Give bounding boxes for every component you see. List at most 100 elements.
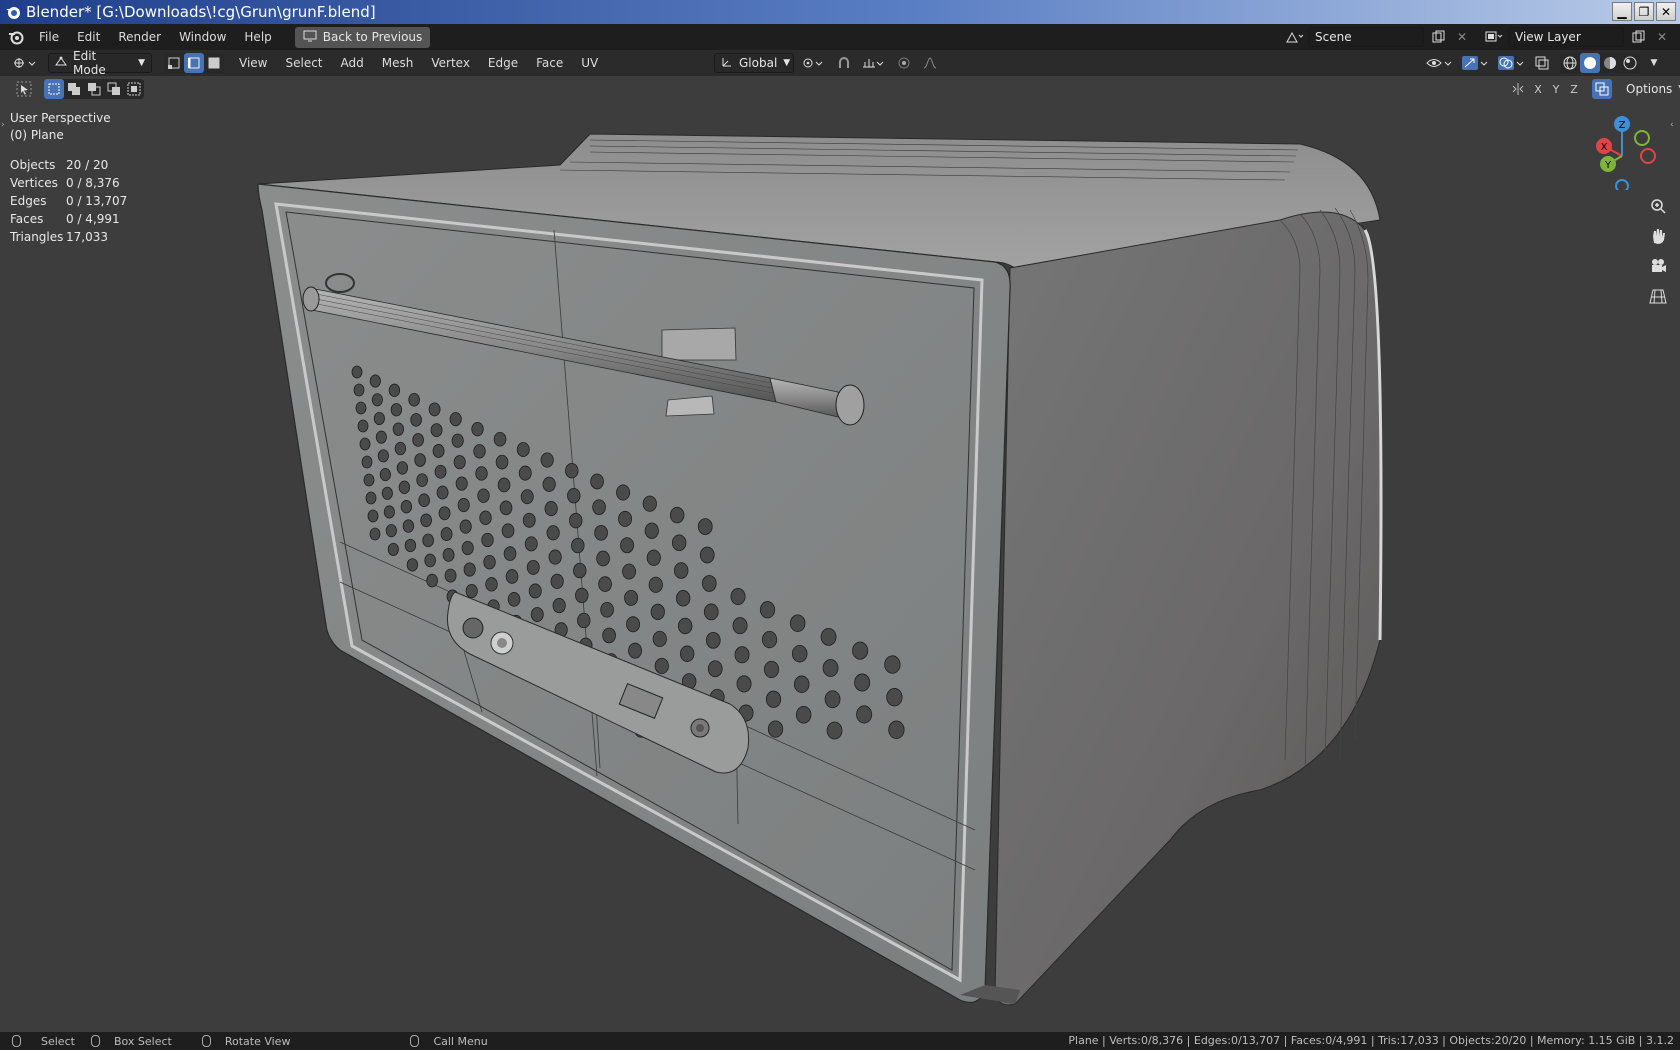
speaker-hole: [648, 576, 663, 593]
speaker-hole: [404, 538, 417, 553]
speaker-hole: [394, 441, 407, 456]
snap-toggle-icon[interactable]: [834, 53, 854, 73]
top-menubar: File Edit Render Window Help Back to Pre…: [0, 24, 1680, 50]
material-shading-icon[interactable]: [1600, 53, 1620, 73]
speaker-hole: [697, 518, 713, 535]
header-menu-mesh[interactable]: Mesh: [373, 50, 423, 76]
status-rotate-hint: Rotate View: [201, 1035, 290, 1048]
speaker-hole: [379, 468, 391, 482]
mode-dropdown[interactable]: Edit Mode ▼: [48, 49, 152, 77]
mirror-axis-icon[interactable]: [1508, 79, 1528, 99]
mirror-x-toggle[interactable]: X: [1530, 79, 1546, 99]
extend-selection-icon[interactable]: [64, 79, 84, 99]
speaker-hole: [479, 510, 492, 526]
speaker-hole: [730, 588, 746, 606]
proportional-editing-icon[interactable]: [894, 53, 914, 73]
header-menu-face[interactable]: Face: [527, 50, 572, 76]
delete-scene-icon[interactable]: ✕: [1452, 27, 1472, 47]
menu-edit[interactable]: Edit: [68, 24, 109, 50]
header-menu-vertex[interactable]: Vertex: [422, 50, 479, 76]
speaker-hole: [353, 383, 365, 397]
speaker-hole: [628, 642, 643, 659]
transform-orientation-dropdown[interactable]: Global ▼: [714, 53, 794, 73]
speaker-hole: [646, 549, 661, 566]
new-selection-icon[interactable]: [44, 79, 64, 99]
menu-window[interactable]: Window: [170, 24, 235, 50]
intersect-selection-icon[interactable]: [124, 79, 144, 99]
minimize-button[interactable]: ▁: [1612, 2, 1632, 21]
header-menu-select[interactable]: Select: [276, 50, 331, 76]
xray-toggle-icon[interactable]: [1532, 53, 1552, 73]
speaker-hole: [385, 524, 397, 538]
falloff-curve-icon[interactable]: [920, 53, 940, 73]
pivot-point-icon[interactable]: [800, 53, 828, 73]
rendered-shading-icon[interactable]: [1620, 53, 1640, 73]
stat-value: 0 / 4,991: [66, 212, 120, 226]
menu-file[interactable]: File: [30, 24, 68, 50]
speaker-hole: [886, 688, 903, 707]
header-menu-uv[interactable]: UV: [572, 50, 607, 76]
face-select-icon[interactable]: [204, 53, 224, 73]
close-button[interactable]: ✕: [1656, 2, 1676, 21]
speaker-hole: [402, 519, 415, 533]
speaker-hole: [420, 513, 432, 528]
menu-help[interactable]: Help: [235, 24, 280, 50]
speaker-hole: [592, 499, 606, 516]
select-tool-icon[interactable]: [14, 79, 34, 99]
options-label: Options: [1626, 82, 1673, 96]
new-view-layer-icon[interactable]: [1628, 27, 1648, 47]
gizmo-x-label: X: [1601, 142, 1608, 153]
3d-viewport[interactable]: Z X Y ‹ ›: [0, 76, 1680, 1032]
sidebar-toggle-icon[interactable]: ‹: [1670, 120, 1674, 130]
speaker-hole: [544, 500, 558, 517]
view-layer-field[interactable]: View Layer: [1508, 27, 1624, 47]
mirror-z-toggle[interactable]: Z: [1566, 79, 1582, 99]
stat-row: Edges 0 / 13,707: [10, 192, 127, 210]
speaker-hole: [888, 720, 905, 739]
scene-type-icon[interactable]: [1284, 27, 1304, 47]
stat-value: 17,033: [66, 230, 108, 244]
delete-view-layer-icon[interactable]: ✕: [1652, 27, 1672, 47]
mirror-y-toggle[interactable]: Y: [1548, 79, 1564, 99]
navigation-gizmo[interactable]: Z X Y: [1582, 108, 1664, 190]
vertex-select-icon[interactable]: [164, 53, 184, 73]
speaker-hole: [546, 525, 560, 541]
header-menu-add[interactable]: Add: [332, 50, 373, 76]
zoom-icon[interactable]: [1646, 194, 1670, 218]
overlays-toggle-icon[interactable]: [1496, 53, 1528, 73]
pan-hand-icon[interactable]: [1646, 224, 1670, 248]
perspective-grid-icon[interactable]: [1646, 284, 1670, 308]
options-dropdown[interactable]: Options ▼: [1620, 79, 1680, 99]
header-menu-edge[interactable]: Edge: [479, 50, 527, 76]
snap-increment-icon[interactable]: [860, 53, 888, 73]
speaker-hole: [707, 660, 723, 678]
invert-selection-icon[interactable]: [104, 79, 124, 99]
header-menu-view[interactable]: View: [230, 50, 276, 76]
speaker-hole: [499, 500, 513, 516]
editor-type-icon[interactable]: [10, 53, 40, 73]
subtract-selection-icon[interactable]: [84, 79, 104, 99]
visibility-eye-icon[interactable]: [1424, 53, 1456, 73]
new-scene-icon[interactable]: [1428, 27, 1448, 47]
restore-button[interactable]: ❐: [1634, 2, 1654, 21]
scene-field[interactable]: Scene: [1308, 27, 1424, 47]
view-layer-icon[interactable]: [1484, 27, 1504, 47]
shading-options-icon[interactable]: ▼: [1644, 53, 1664, 73]
solid-shading-icon[interactable]: [1580, 53, 1600, 73]
speaker-hole: [565, 462, 579, 479]
toolbar-toggle-icon[interactable]: ›: [1, 120, 5, 130]
auto-merge-icon[interactable]: [1592, 79, 1612, 99]
gizmo-z-label: Z: [1619, 120, 1626, 131]
speaker-hole: [505, 569, 519, 584]
blender-menu-icon[interactable]: [6, 27, 26, 47]
speaker-hole: [369, 527, 381, 541]
wireframe-shading-icon[interactable]: [1560, 53, 1580, 73]
gizmo-toggle-icon[interactable]: [1460, 53, 1492, 73]
back-to-previous-button[interactable]: Back to Previous: [294, 26, 431, 48]
speaker-hole: [414, 453, 426, 467]
menu-render[interactable]: Render: [109, 24, 170, 50]
speaker-hole: [477, 488, 490, 503]
camera-view-icon[interactable]: [1646, 254, 1670, 278]
edge-select-icon[interactable]: [184, 53, 204, 73]
speaker-hole: [416, 473, 428, 487]
